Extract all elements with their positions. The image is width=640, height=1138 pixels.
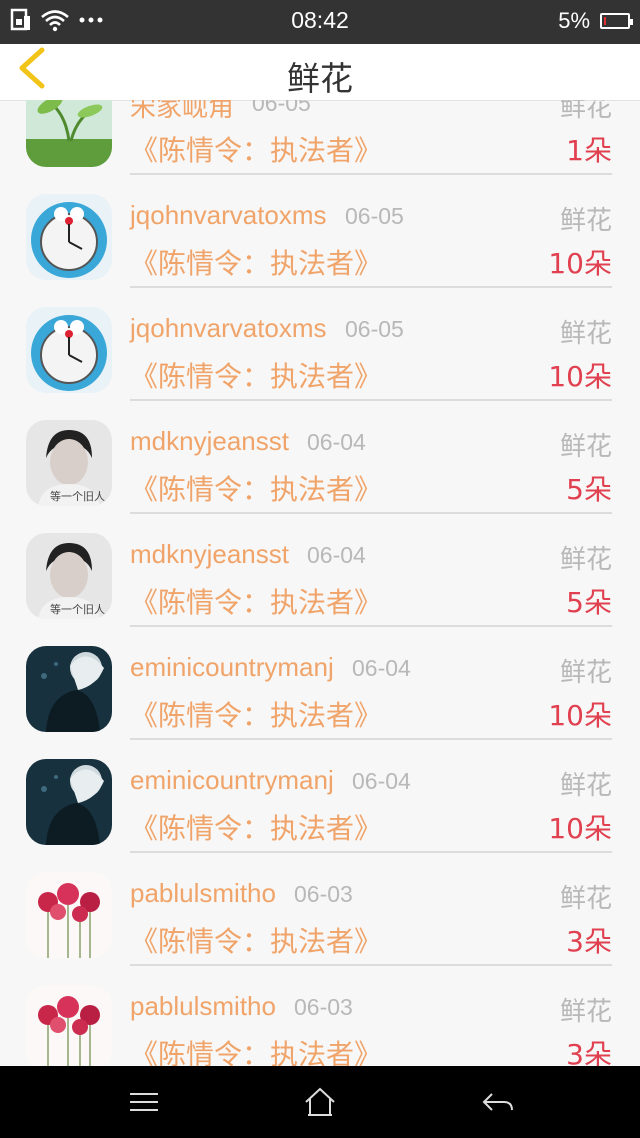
status-bar: 08:42 5% (0, 0, 640, 44)
avatar[interactable] (26, 985, 112, 1066)
battery-percent: 5% (558, 8, 590, 33)
navigation-bar (0, 1066, 640, 1138)
user-name: pablulsmitho (130, 991, 276, 1021)
user-name: pablulsmitho (130, 878, 276, 908)
status-time: 08:42 (291, 7, 349, 33)
list-item[interactable]: 宋家岘角 06-05 鲜花《陈情令：执法者》 1朵 (0, 100, 640, 175)
menu-icon (130, 1093, 158, 1111)
user-name: 宋家岘角 (130, 100, 235, 122)
gift-count: 3朵 (566, 925, 612, 958)
gift-type: 鲜花 (559, 432, 612, 462)
list-item[interactable]: 等一个旧人 mdknyjeansst 06-04 鲜花《陈情令：执法者》 5朵 (0, 401, 640, 514)
gift-type: 鲜花 (559, 884, 612, 914)
work-title: 《陈情令：执法者》 (130, 134, 383, 167)
gift-count: 10朵 (548, 699, 612, 732)
gift-date: 06-05 (345, 316, 404, 342)
avatar[interactable] (26, 872, 112, 958)
gift-type: 鲜花 (559, 319, 612, 349)
work-title: 《陈情令：执法者》 (130, 925, 383, 958)
user-name: jqohnvarvatoxms (130, 313, 327, 343)
avatar[interactable] (26, 646, 112, 732)
avatar[interactable] (26, 759, 112, 845)
gift-date: 06-04 (307, 429, 366, 455)
gift-count: 10朵 (548, 812, 612, 845)
work-title: 《陈情令：执法者》 (130, 699, 383, 732)
avatar[interactable]: 等一个旧人 (26, 420, 112, 506)
user-name: eminicountrymanj (130, 765, 334, 795)
list-item[interactable]: eminicountrymanj 06-04 鲜花《陈情令：执法者》 10朵 (0, 627, 640, 740)
gift-count: 10朵 (548, 247, 612, 280)
work-title: 《陈情令：执法者》 (130, 812, 383, 845)
list-item[interactable]: jqohnvarvatoxms 06-05 鲜花《陈情令：执法者》 10朵 (0, 288, 640, 401)
work-title: 《陈情令：执法者》 (130, 247, 383, 280)
gift-date: 06-04 (352, 768, 411, 794)
gift-count: 1朵 (566, 134, 612, 167)
gift-type: 鲜花 (559, 206, 612, 236)
header: 鲜花 (0, 44, 640, 101)
menu-button[interactable] (124, 1084, 164, 1120)
gift-date: 06-05 (252, 100, 311, 116)
gift-type: 鲜花 (559, 997, 612, 1027)
gift-type: 鲜花 (559, 658, 612, 688)
avatar[interactable]: 等一个旧人 (26, 533, 112, 619)
back-nav-button[interactable] (478, 1084, 518, 1120)
gift-date: 06-03 (294, 881, 353, 907)
list-item[interactable]: eminicountrymanj 06-04 鲜花《陈情令：执法者》 10朵 (0, 740, 640, 853)
user-name: jqohnvarvatoxms (130, 200, 327, 230)
gift-record-list[interactable]: 宋家岘角 06-05 鲜花 《陈情令：执法者》 1朵 jqohnvarvatoxms 06-… (0, 100, 640, 1066)
user-name: mdknyjeansst (130, 426, 289, 456)
home-icon (305, 1087, 335, 1116)
work-title: 《陈情令：执法者》 (130, 1038, 383, 1066)
gift-date: 06-05 (345, 203, 404, 229)
svg-text:等一个旧人: 等一个旧人 (50, 602, 105, 616)
home-button[interactable] (300, 1084, 340, 1120)
gift-count: 3朵 (566, 1038, 612, 1066)
svg-text:等一个旧人: 等一个旧人 (50, 489, 105, 503)
gift-type: 鲜花 (559, 545, 612, 575)
gift-date: 06-03 (294, 994, 353, 1020)
battery-level (604, 17, 606, 25)
list-item[interactable]: pablulsmitho 06-03 鲜花《陈情令：执法者》 3朵 (0, 853, 640, 966)
battery-icon (600, 13, 633, 29)
gift-date: 06-04 (352, 655, 411, 681)
work-title: 《陈情令：执法者》 (130, 360, 383, 393)
list-item[interactable]: 等一个旧人 mdknyjeansst 06-04 鲜花《陈情令：执法者》 5朵 (0, 514, 640, 627)
gift-count: 10朵 (548, 360, 612, 393)
avatar[interactable] (26, 100, 112, 167)
work-title: 《陈情令：执法者》 (130, 586, 383, 619)
avatar[interactable] (26, 194, 112, 280)
list-item[interactable]: jqohnvarvatoxms 06-05 鲜花《陈情令：执法者》 10朵 (0, 175, 640, 288)
list-item[interactable]: pablulsmitho 06-03 鲜花《陈情令：执法者》 3朵 (0, 966, 640, 1066)
back-arrow-icon (482, 1093, 513, 1111)
status-icons-right: 5% (558, 8, 633, 34)
user-name: eminicountrymanj (130, 652, 334, 682)
gift-type: 鲜花 (559, 100, 612, 123)
work-title: 《陈情令：执法者》 (130, 473, 383, 506)
page-title: 鲜花 (287, 59, 353, 98)
avatar[interactable] (26, 307, 112, 393)
user-name: mdknyjeansst (130, 539, 289, 569)
gift-count: 5朵 (566, 473, 612, 506)
gift-date: 06-04 (307, 542, 366, 568)
gift-count: 5朵 (566, 586, 612, 619)
gift-type: 鲜花 (559, 771, 612, 801)
